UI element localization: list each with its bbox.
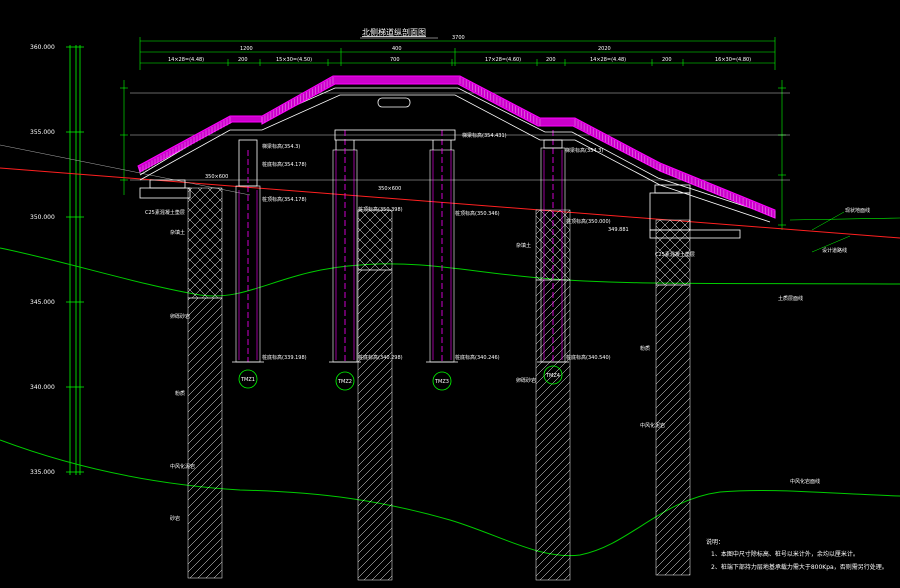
pile-4-id: TMZ4 [545, 373, 560, 379]
pile-3-id: TMZ3 [434, 379, 449, 385]
dim-seg-2: 200 [238, 57, 248, 63]
elev-right-2: 梯梁标高(354.3) [565, 147, 603, 154]
stair-tread-ticks [139, 77, 776, 218]
elevation-label-350: 350.000 [30, 214, 55, 221]
left-soil-5: 砂岩 [170, 515, 180, 522]
left-soil-1: 杂填土 [170, 229, 185, 236]
dim-seg-3: 15×30=(4.50) [276, 57, 312, 63]
col1-label: 桩底标高(354.178) [262, 161, 307, 168]
dim-right-block: 2020 [598, 46, 611, 52]
elevation-label-345: 345.000 [30, 299, 55, 306]
notes-line-2: 2、桩端下部持力层地基承载力需大于800Kpa，否则需另行处理。 [711, 563, 888, 571]
beam-label-2: 350×600 [378, 186, 401, 192]
notes-line-1: 1、本图中尺寸除标高、桩号以米计外，余均以厘米计。 [711, 550, 859, 558]
left-soil-4: 中风化泥岩 [170, 463, 195, 470]
pile-side-lines [238, 150, 563, 360]
right-ground-label: 现状地面线 [845, 207, 870, 214]
stair-flights [137, 75, 776, 219]
elevation-label-360: 360.000 [30, 44, 55, 51]
reference-lines [130, 92, 790, 181]
beam-label-1: 350×600 [205, 174, 228, 180]
elev-top-left: 梯梁标高(354.3) [262, 143, 300, 150]
pile-4-bottom-label: 桩底标高(340.540) [566, 354, 611, 361]
elevation-label-335: 335.000 [30, 469, 55, 476]
right-line-label: 设计道路线 [822, 247, 847, 254]
right-platform-label: C25素混凝土垫层 [655, 251, 695, 258]
ground-line [0, 167, 900, 239]
dim-seg-6: 200 [546, 57, 556, 63]
drawing-title: 北侧梯道纵剖面图 [362, 27, 426, 37]
drawing-canvas: 北侧梯道纵剖面图 360.000 355.000 350.000 345.000… [0, 0, 900, 588]
dim-seg-1: 14×28=(4.48) [168, 57, 204, 63]
dim-seg-7: 14×28=(4.48) [590, 57, 626, 63]
soil-line-label: 土质层面线 [778, 295, 803, 302]
left-platform-label: C25素混凝土垫层 [145, 209, 185, 216]
notes-block: 说明： 1、本图中尺寸除标高、桩号以米计外，余均以厘米计。 2、桩端下部持力层地… [706, 538, 888, 571]
dim-middle-block: 400 [392, 46, 402, 52]
pile-1-bottom-label: 桩底标高(339.198) [262, 354, 307, 361]
soil-layer-line-2 [0, 439, 900, 557]
pile-3-top-label: 桩顶标高(350.346) [455, 210, 500, 217]
dim-seg-5: 17×28=(4.60) [485, 57, 521, 63]
notes-heading: 说明： [706, 538, 724, 546]
rock-line-label: 中风化岩面线 [790, 478, 820, 485]
dim-total: 3700 [452, 35, 465, 41]
left-soil-2: 卵砾砂岩 [170, 313, 190, 320]
elevation-label-355: 355.000 [30, 129, 55, 136]
pile-3: TMZ3 桩顶标高(350.346) 桩底标高(340.246) [426, 210, 500, 391]
pile-2-id: TMZ2 [337, 379, 352, 385]
leader-1 [811, 211, 845, 231]
pile-1-id: TMZ1 [240, 377, 255, 383]
cad-drawing: 北侧梯道纵剖面图 360.000 355.000 350.000 345.000… [0, 27, 900, 581]
left-soil-3: 粉质 [175, 390, 185, 397]
elev-top-right: 梯梁标高(354.431) [462, 132, 507, 139]
dim-seg-9: 16×30=(4.80) [715, 57, 751, 63]
right-soil-1: 杂填土 [516, 242, 531, 249]
pile-4-top-label: 桩顶标高(350.000) [566, 218, 611, 225]
right-soil-3: 粉质 [640, 345, 650, 352]
elevation-scale: 360.000 355.000 350.000 345.000 340.000 … [30, 44, 84, 476]
right-soil-4: 中风化泥岩 [640, 422, 665, 429]
elevation-label-340: 340.000 [30, 384, 55, 391]
left-bottom-elev: 349.881 [608, 227, 629, 233]
dimension-chain [139, 37, 776, 70]
grey-line [0, 144, 251, 196]
dim-left-block: 1200 [240, 46, 253, 52]
soil-layer-line-1 [0, 247, 900, 297]
right-ground-green [789, 217, 900, 221]
pile-3-bottom-label: 桩底标高(340.246) [455, 354, 500, 361]
dim-seg-4: 700 [390, 57, 400, 63]
dim-seg-8: 200 [662, 57, 672, 63]
pile-2-top-label: 桩顶标高(350.398) [358, 206, 403, 213]
pile-2-bottom-label: 桩底标高(340.298) [358, 354, 403, 361]
pile-1-top-label: 桩顶标高(354.178) [262, 196, 307, 203]
right-soil-2: 卵砾砂岩 [516, 377, 536, 384]
